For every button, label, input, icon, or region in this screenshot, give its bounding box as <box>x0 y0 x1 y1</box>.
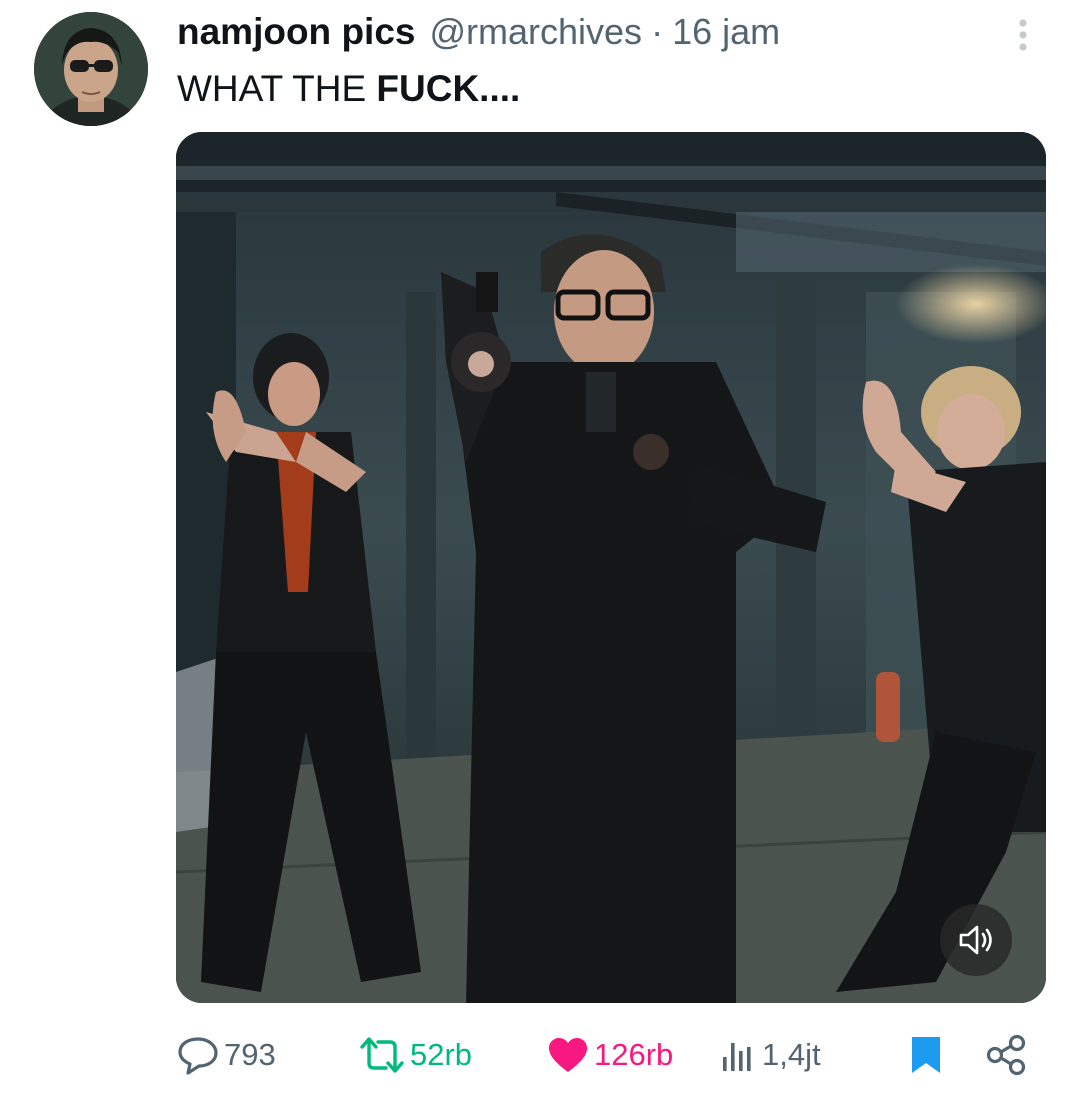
display-name[interactable]: namjoon pics <box>177 11 415 53</box>
retweet-button[interactable]: 52rb <box>358 1030 472 1080</box>
reply-count: 793 <box>224 1037 276 1072</box>
bookmark-icon <box>912 1037 940 1073</box>
user-handle[interactable]: @rmarchives <box>429 11 642 53</box>
views-count: 1,4jt <box>762 1037 821 1072</box>
share-icon <box>986 1034 1026 1076</box>
tweet-video[interactable] <box>176 132 1046 1003</box>
more-vertical-icon <box>1019 19 1027 51</box>
tweet-text-trailing: .... <box>479 68 521 109</box>
reply-button[interactable]: 793 <box>176 1030 276 1080</box>
tweet-time[interactable]: 16 jam <box>672 11 780 53</box>
avatar-image <box>34 12 148 126</box>
tweet-text-normal: WHAT THE <box>177 68 377 109</box>
share-button[interactable] <box>984 1030 1028 1080</box>
views-button[interactable]: 1,4jt <box>718 1030 821 1080</box>
tweet-text-bold: FUCK <box>376 68 480 109</box>
tweet-actions: 793 52rb 126rb 1,4jt <box>0 1030 1080 1080</box>
video-frame <box>176 132 1046 1003</box>
like-count: 126rb <box>594 1037 674 1072</box>
retweet-count: 52rb <box>410 1037 473 1072</box>
separator-dot: · <box>651 11 664 52</box>
analytics-icon <box>723 1043 751 1071</box>
volume-icon <box>959 925 992 955</box>
avatar[interactable] <box>34 12 148 126</box>
bookmark-button[interactable] <box>908 1030 944 1080</box>
like-button[interactable]: 126rb <box>546 1030 673 1080</box>
tweet-header: namjoon pics @rmarchives · 16 jam <box>177 10 780 54</box>
heart-icon <box>549 1038 587 1072</box>
more-options-button[interactable] <box>1005 16 1041 56</box>
volume-button[interactable] <box>940 904 1012 976</box>
retweet-icon <box>360 1037 404 1073</box>
reply-icon <box>178 1037 218 1075</box>
tweet-text: WHAT THE FUCK.... <box>177 68 520 110</box>
